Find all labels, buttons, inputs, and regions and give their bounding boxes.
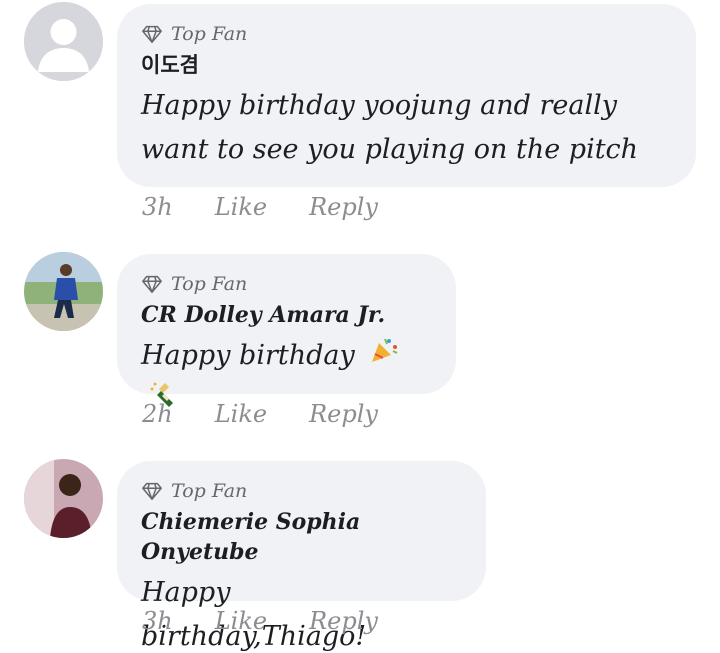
- badge-label: Top Fan: [171, 23, 248, 45]
- comment-timestamp[interactable]: 3h: [142, 607, 173, 635]
- top-fan-badge: Top Fan: [141, 477, 462, 505]
- comment-text-line: want to see you playing on the pitch: [141, 134, 639, 165]
- comment-timestamp[interactable]: 2h: [142, 400, 173, 428]
- comment-text: Happy birthday yoojung and really want t…: [141, 84, 672, 172]
- avatar[interactable]: [24, 459, 103, 538]
- comment-author[interactable]: 이도겸: [141, 50, 672, 80]
- avatar[interactable]: [24, 252, 103, 331]
- top-fan-badge: Top Fan: [141, 20, 672, 48]
- default-avatar-icon: [24, 2, 103, 81]
- avatar[interactable]: [24, 2, 103, 81]
- profile-photo: [24, 252, 103, 331]
- like-button[interactable]: Like: [215, 193, 267, 221]
- comment-actions: 3h Like Reply: [142, 607, 420, 635]
- reply-button[interactable]: Reply: [309, 400, 378, 428]
- reply-button[interactable]: Reply: [309, 193, 378, 221]
- comment-text-line: Happy birthday yoojung and really: [141, 90, 617, 121]
- top-fan-badge: Top Fan: [141, 270, 432, 298]
- diamond-icon: [142, 275, 162, 293]
- reply-button[interactable]: Reply: [309, 607, 378, 635]
- comment-timestamp[interactable]: 3h: [142, 193, 173, 221]
- badge-label: Top Fan: [171, 480, 248, 502]
- like-button[interactable]: Like: [215, 400, 267, 428]
- comment-bubble: Top Fan CR Dolley Amara Jr. Happy birthd…: [117, 254, 456, 407]
- comment-actions: 3h Like Reply: [142, 193, 420, 221]
- comment-actions: 2h Like Reply: [142, 400, 420, 428]
- party-popper-icon: [369, 335, 399, 379]
- diamond-icon: [142, 25, 162, 43]
- like-button[interactable]: Like: [215, 607, 267, 635]
- comment-bubble: Top Fan 이도겸 Happy birthday yoojung and r…: [117, 4, 696, 187]
- comment-bubble: Top Fan Chiemerie Sophia Onyetube Happy …: [117, 461, 486, 652]
- diamond-icon: [142, 482, 162, 500]
- comment-author[interactable]: Chiemerie Sophia Onyetube: [141, 507, 462, 567]
- profile-photo: [24, 459, 103, 538]
- comment-author[interactable]: CR Dolley Amara Jr.: [141, 300, 432, 330]
- comment-text-content: Happy birthday: [141, 340, 355, 371]
- badge-label: Top Fan: [171, 273, 248, 295]
